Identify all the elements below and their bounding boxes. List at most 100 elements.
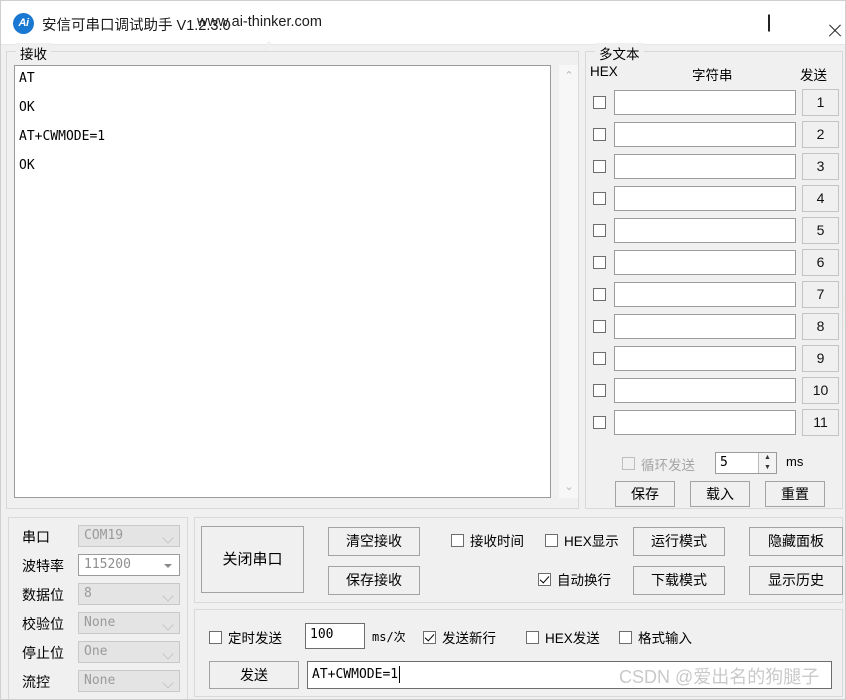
multitext-send-button-9[interactable]: 9 bbox=[802, 345, 839, 372]
auto-wrap-label: 自动换行 bbox=[557, 573, 611, 588]
multitext-hex-checkbox[interactable] bbox=[593, 352, 606, 365]
multitext-send-button-3[interactable]: 3 bbox=[802, 153, 839, 180]
receive-line: OK bbox=[19, 158, 35, 173]
chevron-down-icon bbox=[162, 532, 174, 544]
serial-config-select[interactable]: 115200 bbox=[78, 554, 180, 576]
multitext-string-input[interactable] bbox=[614, 410, 796, 435]
multitext-hex-checkbox[interactable] bbox=[593, 192, 606, 205]
chevron-down-icon bbox=[162, 619, 174, 631]
app-logo-icon: Ai bbox=[13, 13, 34, 34]
serial-config-label: 数据位 bbox=[22, 587, 64, 603]
send-interval-input[interactable]: 100 bbox=[305, 623, 365, 649]
multitext-send-button-2[interactable]: 2 bbox=[802, 121, 839, 148]
save-receive-button[interactable]: 保存接收 bbox=[328, 566, 420, 595]
load-multitext-button[interactable]: 载入 bbox=[690, 481, 750, 507]
spin-up-icon[interactable]: ▲ bbox=[759, 453, 776, 463]
format-input-checkbox[interactable] bbox=[619, 631, 632, 644]
multitext-hex-checkbox[interactable] bbox=[593, 320, 606, 333]
multitext-send-button-1[interactable]: 1 bbox=[802, 89, 839, 116]
receive-line: OK bbox=[19, 100, 35, 115]
serial-config-row: 串口 COM19 bbox=[9, 524, 189, 550]
multitext-string-input[interactable] bbox=[614, 346, 796, 371]
multitext-hex-checkbox[interactable] bbox=[593, 288, 606, 301]
serial-config-value: COM19 bbox=[84, 528, 124, 543]
multitext-send-button-5[interactable]: 5 bbox=[802, 217, 839, 244]
spin-down-icon[interactable]: ▼ bbox=[759, 463, 776, 473]
clear-receive-button[interactable]: 清空接收 bbox=[328, 527, 420, 556]
multitext-hex-checkbox[interactable] bbox=[593, 160, 606, 173]
serial-config-value: 8 bbox=[84, 586, 92, 601]
multitext-send-button-4[interactable]: 4 bbox=[802, 185, 839, 212]
multitext-string-input[interactable] bbox=[614, 314, 796, 339]
send-button[interactable]: 发送 bbox=[209, 661, 299, 689]
multitext-string-input[interactable] bbox=[614, 378, 796, 403]
column-header-send: 发送 bbox=[800, 68, 827, 83]
multitext-hex-checkbox[interactable] bbox=[593, 224, 606, 237]
serial-config-select: 8 bbox=[78, 583, 180, 605]
multitext-string-input[interactable] bbox=[614, 186, 796, 211]
serial-config-value: None bbox=[84, 673, 116, 688]
reset-multitext-button[interactable]: 重置 bbox=[765, 481, 825, 507]
serial-config-panel: 串口 COM19 波特率 115200 数据位 8 校验位 None 停止位 One 流控 None bbox=[8, 517, 189, 699]
receive-time-label: 接收时间 bbox=[470, 534, 524, 549]
chevron-down-icon bbox=[162, 590, 174, 602]
serial-config-value: 115200 bbox=[84, 557, 131, 572]
multitext-send-button-7[interactable]: 7 bbox=[802, 281, 839, 308]
receive-time-checkbox[interactable] bbox=[451, 534, 464, 547]
download-mode-button[interactable]: 下载模式 bbox=[633, 566, 725, 595]
receive-panel: 接收 AT OK AT+CWMODE=1 OK ⌃ ⌄ bbox=[6, 43, 579, 509]
chevron-down-icon bbox=[162, 677, 174, 689]
serial-config-select: None bbox=[78, 670, 180, 692]
multitext-panel-title: 多文本 bbox=[595, 43, 644, 63]
auto-wrap-checkbox[interactable] bbox=[538, 573, 551, 586]
multitext-send-button-10[interactable]: 10 bbox=[802, 377, 839, 404]
multitext-row: 1 bbox=[586, 88, 844, 120]
receive-textarea[interactable]: AT OK AT+CWMODE=1 OK bbox=[14, 65, 551, 498]
multitext-string-input[interactable] bbox=[614, 250, 796, 275]
hex-display-checkbox[interactable] bbox=[545, 534, 558, 547]
multitext-send-button-11[interactable]: 11 bbox=[802, 409, 839, 436]
loop-send-row: 循环发送 5 ▲ ▼ ms bbox=[586, 450, 844, 478]
serial-config-label: 校验位 bbox=[22, 616, 64, 632]
maximize-button[interactable] bbox=[746, 1, 792, 44]
title-bar: Ai 安信可串口调试助手 V1.2.3.0 www.ai-thinker.com bbox=[1, 1, 845, 45]
control-panel: 关闭串口 清空接收 保存接收 接收时间 HEX显示 自动换行 运行模式 下载模式… bbox=[194, 517, 843, 603]
multitext-send-button-8[interactable]: 8 bbox=[802, 313, 839, 340]
multitext-string-input[interactable] bbox=[614, 282, 796, 307]
serial-config-row: 数据位 8 bbox=[9, 582, 189, 608]
receive-line-gap bbox=[19, 144, 546, 158]
chevron-down-icon bbox=[164, 564, 172, 568]
serial-debug-assistant-window: Ai 安信可串口调试助手 V1.2.3.0 www.ai-thinker.com… bbox=[0, 0, 846, 700]
serial-config-label: 波特率 bbox=[22, 558, 64, 574]
close-port-button[interactable]: 关闭串口 bbox=[201, 526, 304, 593]
multitext-hex-checkbox[interactable] bbox=[593, 256, 606, 269]
multitext-string-input[interactable] bbox=[614, 122, 796, 147]
multitext-hex-checkbox[interactable] bbox=[593, 128, 606, 141]
show-history-button[interactable]: 显示历史 bbox=[749, 566, 843, 595]
send-newline-checkbox[interactable] bbox=[423, 631, 436, 644]
save-multitext-button[interactable]: 保存 bbox=[615, 481, 675, 507]
receive-scrollbar[interactable]: ⌃ ⌄ bbox=[558, 65, 578, 498]
multitext-string-input[interactable] bbox=[614, 218, 796, 243]
timed-send-checkbox[interactable] bbox=[209, 631, 222, 644]
hex-send-checkbox[interactable] bbox=[526, 631, 539, 644]
run-mode-button[interactable]: 运行模式 bbox=[633, 527, 725, 556]
multitext-string-input[interactable] bbox=[614, 90, 796, 115]
multitext-hex-checkbox[interactable] bbox=[593, 96, 606, 109]
hide-panel-button[interactable]: 隐藏面板 bbox=[749, 527, 843, 556]
loop-interval-stepper[interactable]: 5 ▲ ▼ bbox=[715, 452, 777, 474]
minimize-button[interactable] bbox=[689, 1, 735, 44]
send-input[interactable]: AT+CWMODE=1 bbox=[307, 661, 832, 689]
multitext-hex-checkbox[interactable] bbox=[593, 384, 606, 397]
close-button[interactable] bbox=[804, 1, 845, 44]
text-caret bbox=[399, 666, 400, 683]
scroll-up-icon[interactable]: ⌃ bbox=[559, 67, 579, 85]
multitext-hex-checkbox[interactable] bbox=[593, 416, 606, 429]
maximize-icon bbox=[768, 14, 770, 31]
multitext-string-input[interactable] bbox=[614, 154, 796, 179]
scroll-down-icon[interactable]: ⌄ bbox=[559, 478, 579, 496]
multitext-send-button-6[interactable]: 6 bbox=[802, 249, 839, 276]
loop-interval-spin-buttons[interactable]: ▲ ▼ bbox=[758, 453, 776, 473]
hex-send-label: HEX发送 bbox=[545, 631, 600, 646]
multitext-row: 9 bbox=[586, 344, 844, 376]
